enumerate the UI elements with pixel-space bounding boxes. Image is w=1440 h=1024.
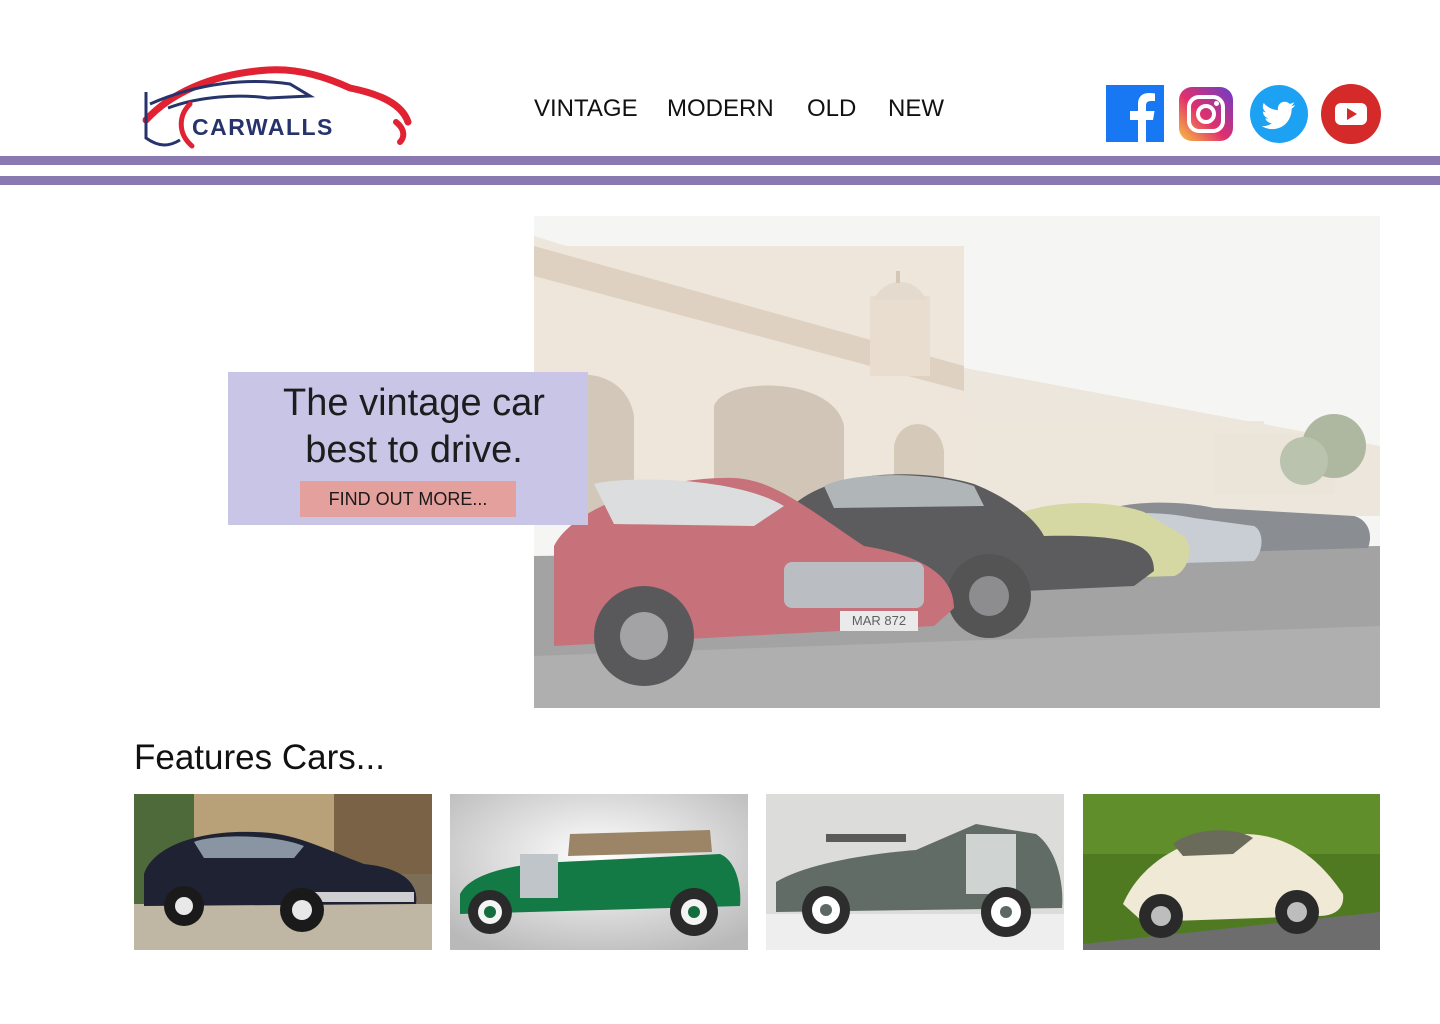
facebook-icon	[1106, 85, 1164, 142]
hero-image: MAR 872	[534, 216, 1380, 708]
header-divider-top	[0, 156, 1440, 165]
hero-title: The vintage car best to drive.	[228, 380, 600, 474]
instagram-link[interactable]	[1179, 87, 1233, 147]
car-card[interactable]	[766, 794, 1064, 950]
white-beetle-cabriolet-image	[1083, 794, 1380, 950]
grey-roadster-image	[766, 794, 1064, 950]
car-card[interactable]	[450, 794, 748, 950]
twitter-icon	[1250, 85, 1308, 143]
nav-vintage[interactable]: VINTAGE	[534, 95, 638, 123]
hero-title-line2: best to drive.	[305, 429, 523, 471]
car-card[interactable]	[1083, 794, 1381, 950]
logo-wordmark: CARWALLS	[192, 114, 334, 140]
hero-card: The vintage car best to drive. FIND OUT …	[228, 372, 588, 525]
header-divider-bottom	[0, 176, 1440, 185]
twitter-link[interactable]	[1250, 84, 1308, 144]
carwalls-logo[interactable]: CARWALLS	[140, 64, 412, 154]
youtube-icon	[1321, 84, 1381, 144]
find-out-more-button[interactable]: FIND OUT MORE...	[300, 481, 516, 517]
section-title: Features Cars...	[134, 738, 385, 777]
nav-modern[interactable]: MODERN	[667, 95, 774, 123]
nav-old[interactable]: OLD	[807, 95, 856, 123]
green-touring-car-image	[450, 794, 748, 950]
instagram-icon	[1179, 87, 1233, 141]
black-sedan-image	[134, 794, 432, 950]
hero-title-line1: The vintage car	[283, 382, 545, 424]
vintage-cars-palace-image: MAR 872	[534, 216, 1380, 708]
youtube-link[interactable]	[1321, 84, 1381, 144]
facebook-link[interactable]	[1106, 84, 1164, 144]
car-card[interactable]	[134, 794, 432, 950]
nav-new[interactable]: NEW	[888, 95, 944, 123]
